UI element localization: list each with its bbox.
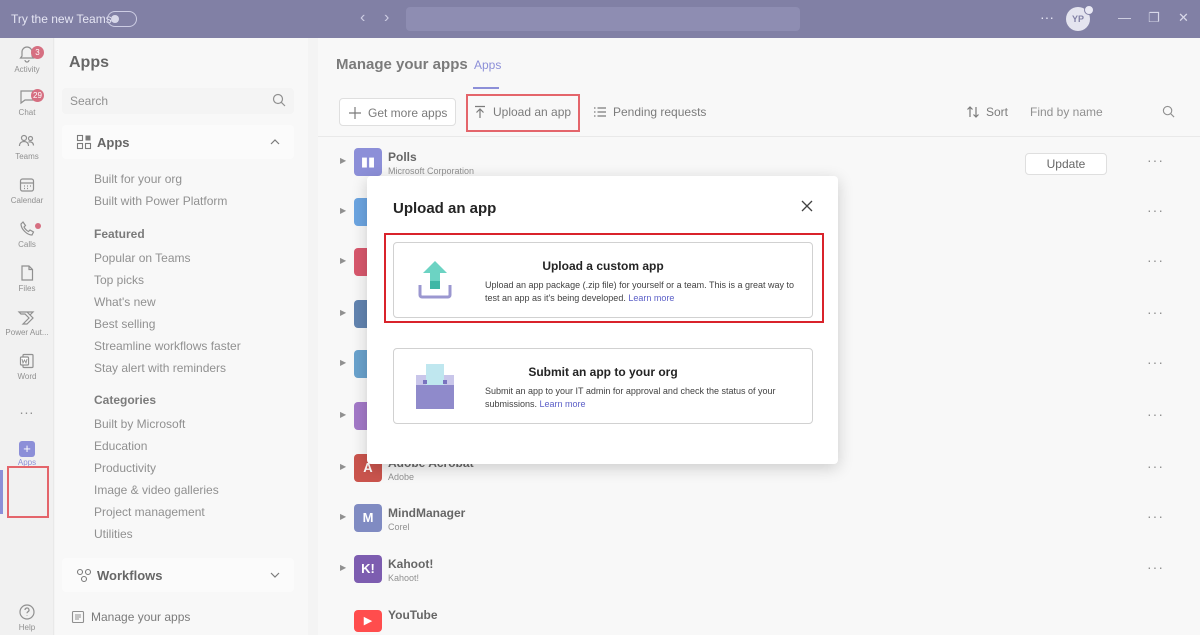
dialog-title: Upload an app: [393, 200, 497, 217]
learn-more-link[interactable]: Learn more: [540, 399, 586, 409]
submit-app-to-org-card[interactable]: Submit an app to your org Submit an app …: [393, 348, 813, 424]
close-icon[interactable]: [800, 199, 814, 213]
card-title: Submit an app to your org: [528, 365, 678, 379]
custom-app-highlight-box: [384, 233, 824, 323]
card-description: Submit an app to your IT admin for appro…: [485, 385, 805, 410]
card-description-text: Submit an app to your IT admin for appro…: [485, 386, 776, 409]
